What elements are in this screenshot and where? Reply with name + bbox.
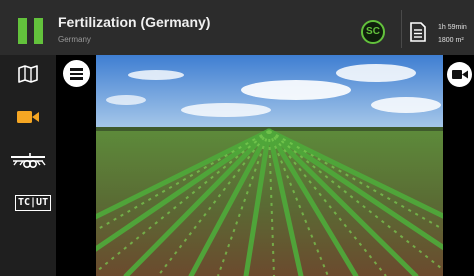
job-duration: 1h 59min — [438, 24, 467, 31]
map-icon — [18, 65, 38, 83]
implement-icon — [11, 153, 46, 169]
pause-button[interactable] — [18, 18, 46, 44]
camera-icon — [17, 111, 39, 123]
sidebar: TC|UT — [0, 55, 56, 276]
job-subtitle: Germany — [58, 35, 91, 44]
sidebar-item-map[interactable] — [0, 55, 56, 93]
document-icon[interactable] — [410, 22, 426, 42]
job-info: 1h 59min 1800 m² — [438, 21, 467, 47]
job-title: Fertilization (Germany) — [58, 14, 211, 30]
pause-icon — [18, 18, 27, 44]
camera-switch-icon — [452, 70, 468, 79]
header-bar: Fertilization (Germany) Germany SC 1h 59… — [0, 0, 474, 55]
header-divider — [401, 10, 402, 48]
job-area: 1800 m² — [438, 37, 464, 44]
camera-feed-image — [96, 55, 443, 276]
menu-icon — [70, 68, 83, 71]
sidebar-item-camera[interactable] — [0, 98, 56, 136]
sidebar-item-implement[interactable] — [0, 141, 56, 179]
sidebar-item-tc-ut[interactable]: TC|UT — [0, 184, 56, 222]
sc-status-badge[interactable]: SC — [361, 20, 385, 44]
camera-switch-button[interactable] — [447, 62, 472, 87]
menu-button[interactable] — [63, 60, 90, 87]
tc-ut-icon: TC|UT — [15, 195, 52, 211]
